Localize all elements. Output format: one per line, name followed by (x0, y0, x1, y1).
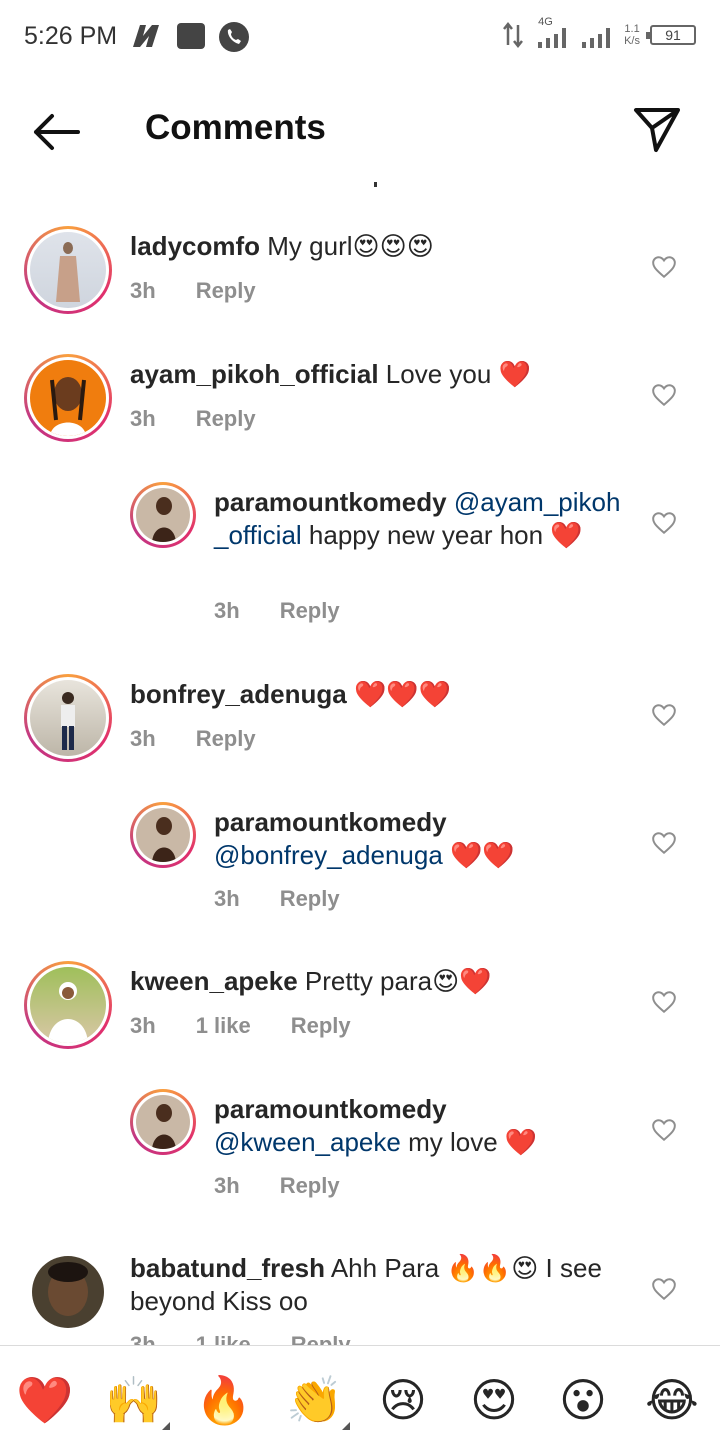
comment-time: 3h (214, 1173, 240, 1198)
heart-outline-icon[interactable] (651, 382, 677, 408)
heart-outline-icon[interactable] (651, 254, 677, 280)
comment-meta: 3h Reply (214, 1173, 340, 1199)
comment-meta: 3h 1 like Reply (130, 1332, 351, 1345)
reply-button[interactable]: Reply (280, 886, 340, 912)
emoji-raised-hands-button[interactable]: 🙌 (104, 1370, 164, 1430)
comment-item: kween_apeke Pretty para😍❤️ 3h 1 like Rep… (0, 961, 720, 1071)
comment-time: 3h (130, 278, 156, 303)
emoji-heart-button[interactable]: ❤️ (15, 1370, 75, 1430)
comment-time: 3h (130, 1332, 156, 1345)
reply-item: paramountkomedy @ayam_pikoh_official hap… (0, 482, 720, 632)
comment-username[interactable]: ladycomfo (130, 231, 260, 261)
emoji-quick-bar: ❤️ 🙌 🔥 👏 😢 😍 😮 😂 (0, 1345, 720, 1454)
arrow-left-icon[interactable] (28, 110, 84, 154)
comment-item: ayam_pikoh_official Love you ❤️ 3h Reply (0, 354, 720, 464)
comment-meta: 3h Reply (130, 278, 256, 304)
header: Comments (0, 88, 720, 174)
avatar[interactable] (24, 226, 112, 314)
comment-text: paramountkomedy @ayam_pikoh_official hap… (214, 486, 634, 552)
like-count[interactable]: 1 like (196, 1332, 251, 1345)
comment-meta: 3h 1 like Reply (130, 1013, 351, 1039)
comment-item: babatund_fresh Ahh Para 🔥🔥😍 I see beyond… (0, 1252, 720, 1345)
comment-time: 3h (214, 886, 240, 911)
comment-item: ladycomfo My gurl😍😍😍 3h Reply (0, 226, 720, 336)
reply-button[interactable]: Reply (196, 726, 256, 752)
comment-text: bonfrey_adenuga ❤️❤️❤️ (130, 678, 630, 711)
comment-username[interactable]: paramountkomedy (214, 487, 447, 517)
avatar[interactable] (130, 802, 196, 868)
comment-username[interactable]: kween_apeke (130, 966, 298, 996)
heart-outline-icon[interactable] (651, 989, 677, 1015)
paper-plane-icon[interactable] (628, 102, 684, 158)
page-title: Comments (145, 108, 326, 147)
comment-text: ladycomfo My gurl😍😍😍 (130, 230, 630, 263)
comment-text: babatund_fresh Ahh Para 🔥🔥😍 I see beyond… (130, 1252, 630, 1318)
comment-username[interactable]: paramountkomedy (214, 1093, 634, 1126)
comment-meta: 3h Reply (130, 406, 256, 432)
comment-text: paramountkomedy @kween_apeke my love ❤️ (214, 1093, 634, 1159)
comment-username[interactable]: ayam_pikoh_official (130, 359, 379, 389)
emoji-laughing-button[interactable]: 😂 (642, 1370, 702, 1430)
heart-outline-icon[interactable] (651, 830, 677, 856)
comment-body: Pretty para😍❤️ (304, 966, 492, 996)
comments-list[interactable]: ladycomfo My gurl😍😍😍 3h Reply ayam_pikoh… (0, 0, 720, 1345)
heart-outline-icon[interactable] (651, 1117, 677, 1143)
comment-time: 3h (130, 1013, 156, 1038)
comment-mention[interactable]: @bonfrey_adenuga (214, 840, 443, 870)
comment-body: my love ❤️ (408, 1127, 538, 1157)
emoji-heart-eyes-button[interactable]: 😍 (464, 1370, 524, 1430)
comment-time: 3h (130, 726, 156, 751)
avatar[interactable] (24, 674, 112, 762)
emoji-clap-button[interactable]: 👏 (285, 1370, 345, 1430)
comment-meta: 3h Reply (214, 886, 340, 912)
skin-tone-indicator (162, 1422, 170, 1430)
comment-username[interactable]: babatund_fresh (130, 1253, 325, 1283)
reply-button[interactable]: Reply (291, 1332, 351, 1345)
avatar[interactable] (130, 482, 196, 548)
reply-item: paramountkomedy @kween_apeke my love ❤️ … (0, 1089, 720, 1209)
reply-button[interactable]: Reply (196, 278, 256, 304)
reply-button[interactable]: Reply (280, 598, 340, 624)
comment-username[interactable]: paramountkomedy (214, 806, 634, 839)
emoji-crying-button[interactable]: 😢 (373, 1370, 433, 1430)
comment-time: 3h (214, 598, 240, 623)
comment-meta: 3h Reply (130, 726, 256, 752)
comment-mention[interactable]: @kween_apeke (214, 1127, 401, 1157)
comment-text: ayam_pikoh_official Love you ❤️ (130, 358, 630, 391)
comment-body: My gurl😍😍😍 (267, 231, 434, 261)
comment-body: ❤️❤️❤️ (353, 679, 452, 709)
skin-tone-indicator (342, 1422, 350, 1430)
reply-item: paramountkomedy @bonfrey_adenuga ❤️❤️ 3h… (0, 802, 720, 922)
reply-button[interactable]: Reply (196, 406, 256, 432)
heart-outline-icon[interactable] (651, 1276, 677, 1302)
comment-meta: 3h Reply (214, 598, 340, 624)
reply-button[interactable]: Reply (291, 1013, 351, 1039)
heart-outline-icon[interactable] (651, 702, 677, 728)
comment-body: ❤️❤️ (450, 840, 515, 870)
emoji-fire-button[interactable]: 🔥 (194, 1370, 254, 1430)
comment-text: paramountkomedy @bonfrey_adenuga ❤️❤️ (214, 806, 634, 872)
comment-item: bonfrey_adenuga ❤️❤️❤️ 3h Reply (0, 674, 720, 784)
divider-dot (374, 182, 377, 187)
heart-outline-icon[interactable] (651, 510, 677, 536)
comment-body: Love you ❤️ (385, 359, 531, 389)
emoji-surprised-button[interactable]: 😮 (553, 1370, 613, 1430)
avatar[interactable] (24, 354, 112, 442)
avatar[interactable] (32, 1256, 104, 1328)
like-count[interactable]: 1 like (196, 1013, 251, 1039)
comment-username[interactable]: bonfrey_adenuga (130, 679, 347, 709)
reply-button[interactable]: Reply (280, 1173, 340, 1199)
comment-body: happy new year hon ❤️ (308, 520, 583, 550)
comment-text: kween_apeke Pretty para😍❤️ (130, 965, 630, 998)
avatar[interactable] (130, 1089, 196, 1155)
avatar[interactable] (24, 961, 112, 1049)
comment-time: 3h (130, 406, 156, 431)
